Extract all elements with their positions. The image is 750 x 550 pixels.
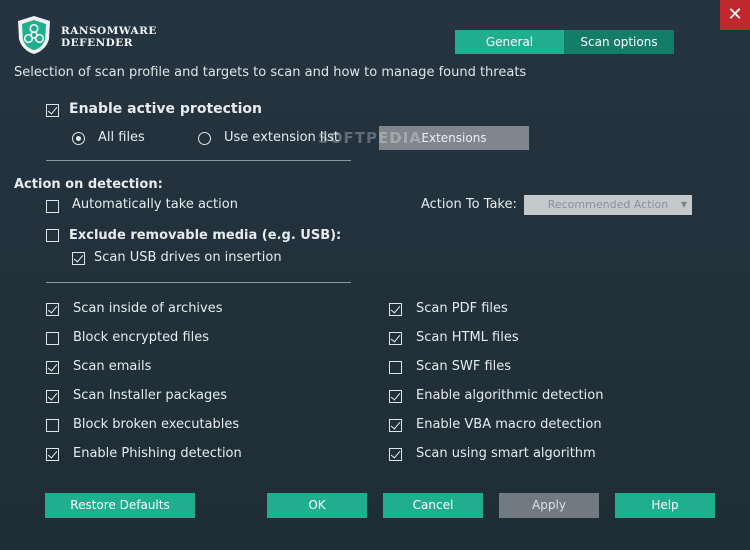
option-right-4-checkbox[interactable] [389,419,402,432]
option-left-0-checkbox[interactable] [46,303,59,316]
help-button[interactable]: Help [615,493,715,518]
option-left-1-checkbox[interactable] [46,332,59,345]
chevron-down-icon: ▼ [680,200,687,209]
apply-button[interactable]: Apply [499,493,599,518]
brand-name: Ransomware Defender [61,25,157,49]
brand-line-2: Defender [61,37,133,49]
option-right-3-label: Enable algorithmic detection [416,388,604,403]
option-left-2-label: Scan emails [73,359,152,374]
divider-1 [46,160,351,161]
enable-protection-checkbox[interactable] [46,104,59,117]
exclude-removable-label: Exclude removable media (e.g. USB): [69,228,342,243]
scan-usb-checkbox[interactable] [72,252,85,265]
option-left-3-checkbox[interactable] [46,390,59,403]
option-right-5-label: Scan using smart algorithm [416,446,596,461]
all-files-label: All files [98,130,145,145]
option-left-2-checkbox[interactable] [46,361,59,374]
auto-action-checkbox[interactable] [46,200,59,213]
shield-logo-icon [18,16,50,54]
option-left-1-label: Block encrypted files [73,330,210,345]
brand-line-1: Ransomware [61,25,157,37]
option-left-4-label: Block broken executables [73,417,240,432]
main-window: ✕ Ransomware Defender General Scan optio… [0,0,750,550]
tab-scan-options[interactable]: Scan options [564,30,674,54]
page-description: Selection of scan profile and targets to… [14,65,527,80]
option-right-5-checkbox[interactable] [389,448,402,461]
cancel-button[interactable]: Cancel [383,493,483,518]
option-left-5-checkbox[interactable] [46,448,59,461]
extension-list-radio[interactable] [198,132,211,145]
option-left-5-label: Enable Phishing detection [73,446,242,461]
option-left-0-label: Scan inside of archives [73,301,223,316]
option-left-3-label: Scan Installer packages [73,388,228,403]
option-right-2-checkbox[interactable] [389,361,402,374]
watermark-text: SOFTPEDIA [318,129,422,147]
all-files-radio[interactable] [72,132,85,145]
option-left-4-checkbox[interactable] [46,419,59,432]
ok-button[interactable]: OK [267,493,367,518]
enable-protection-label: Enable active protection [69,101,263,117]
exclude-removable-checkbox[interactable] [46,229,59,242]
option-right-0-label: Scan PDF files [416,301,508,316]
action-heading: Action on detection: [14,177,163,192]
close-icon: ✕ [727,4,743,25]
option-right-3-checkbox[interactable] [389,390,402,403]
tab-bar: General Scan options [455,30,674,54]
scan-usb-label: Scan USB drives on insertion [94,250,282,265]
action-select[interactable]: Recommended Action ▼ [524,195,692,215]
restore-defaults-button[interactable]: Restore Defaults [45,493,195,518]
action-select-value: Recommended Action [547,198,669,211]
option-right-4-label: Enable VBA macro detection [416,417,602,432]
option-right-2-label: Scan SWF files [416,359,512,374]
auto-action-label: Automatically take action [72,197,238,212]
option-right-0-checkbox[interactable] [389,303,402,316]
close-button[interactable]: ✕ [720,0,750,30]
option-right-1-label: Scan HTML files [416,330,519,345]
divider-2 [46,282,351,283]
action-to-take-label: Action To Take: [421,197,517,212]
tab-general[interactable]: General [455,30,564,54]
option-right-1-checkbox[interactable] [389,332,402,345]
